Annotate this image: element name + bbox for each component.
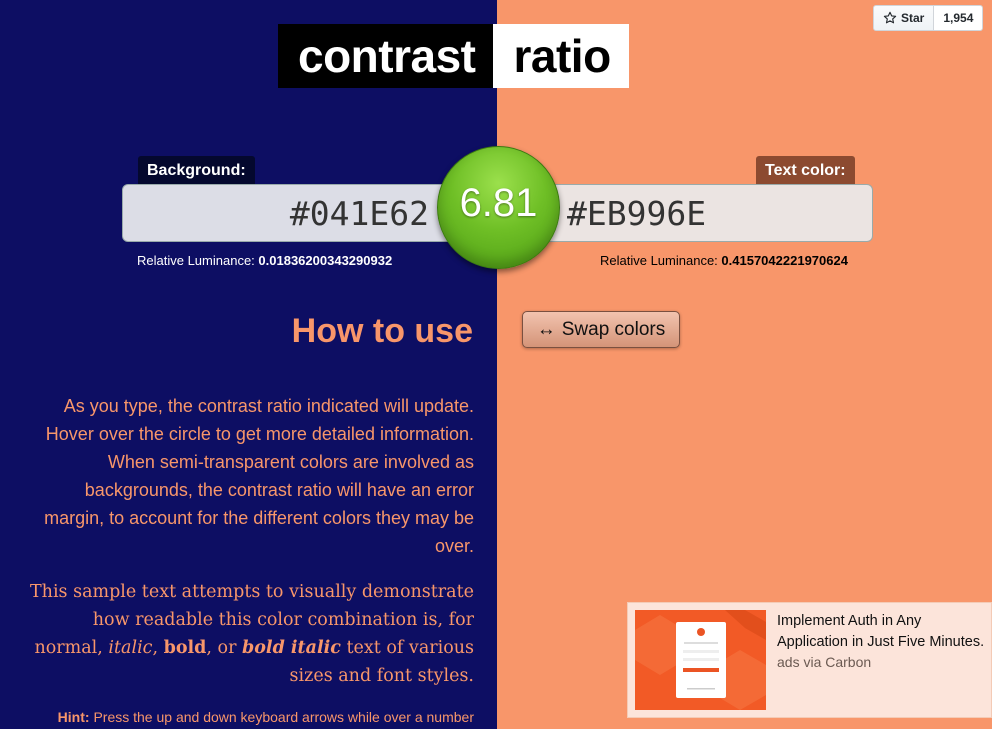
background-color-input[interactable]: [122, 184, 452, 242]
ads-via-carbon-link[interactable]: ads via Carbon: [777, 654, 871, 670]
text-color-luminance-value: 0.4157042221970624: [721, 253, 848, 268]
ad-text[interactable]: Implement Auth in Any Application in Jus…: [777, 611, 989, 653]
hint-body: Press the up and down keyboard arrows wh…: [93, 709, 474, 725]
ad-illustration: [635, 610, 766, 710]
background-label: Background:: [138, 156, 255, 186]
github-star-button[interactable]: Star: [873, 5, 935, 31]
sample-comma: ,: [152, 638, 164, 658]
sample-or: , or: [206, 638, 243, 658]
github-star-widget: Star 1,954: [873, 5, 984, 31]
contrast-ratio-circle[interactable]: 6.81: [437, 146, 560, 269]
text-color-luminance-label: Relative Luminance:: [600, 253, 718, 268]
background-luminance-value: 0.01836200343290932: [258, 253, 393, 268]
star-label: Star: [901, 11, 925, 25]
title-part-contrast: contrast: [278, 24, 494, 88]
carbon-ad[interactable]: Implement Auth in Any Application in Jus…: [627, 602, 992, 718]
swap-colors-button[interactable]: ↔ Swap colors: [522, 311, 680, 348]
ad-image[interactable]: [635, 610, 766, 710]
sample-italic: italic: [108, 638, 153, 658]
text-color-input[interactable]: [542, 184, 873, 242]
text-color-luminance: Relative Luminance: 0.4157042221970624: [600, 253, 848, 268]
sample-bold-italic: bold italic: [242, 638, 341, 658]
swap-colors-label: Swap colors: [561, 318, 666, 340]
background-luminance-label: Relative Luminance:: [137, 253, 255, 268]
swap-arrows-icon: ↔: [536, 318, 556, 340]
page-title: contrast ratio: [278, 24, 629, 88]
sample-text: This sample text attempts to visually de…: [20, 578, 474, 690]
hint-text: Hint: Press the up and down keyboard arr…: [20, 709, 474, 725]
text-color-label: Text color:: [756, 156, 855, 186]
hint-label: Hint:: [57, 709, 90, 725]
title-part-ratio: ratio: [493, 24, 629, 88]
how-to-use-heading: How to use: [291, 312, 473, 350]
star-count[interactable]: 1,954: [934, 5, 984, 31]
background-luminance: Relative Luminance: 0.01836200343290932: [137, 253, 392, 268]
how-to-use-paragraph: As you type, the contrast ratio indicate…: [44, 396, 474, 556]
sample-bold: bold: [163, 638, 207, 658]
contrast-ratio-value: 6.81: [459, 181, 538, 225]
star-icon: [883, 11, 897, 24]
